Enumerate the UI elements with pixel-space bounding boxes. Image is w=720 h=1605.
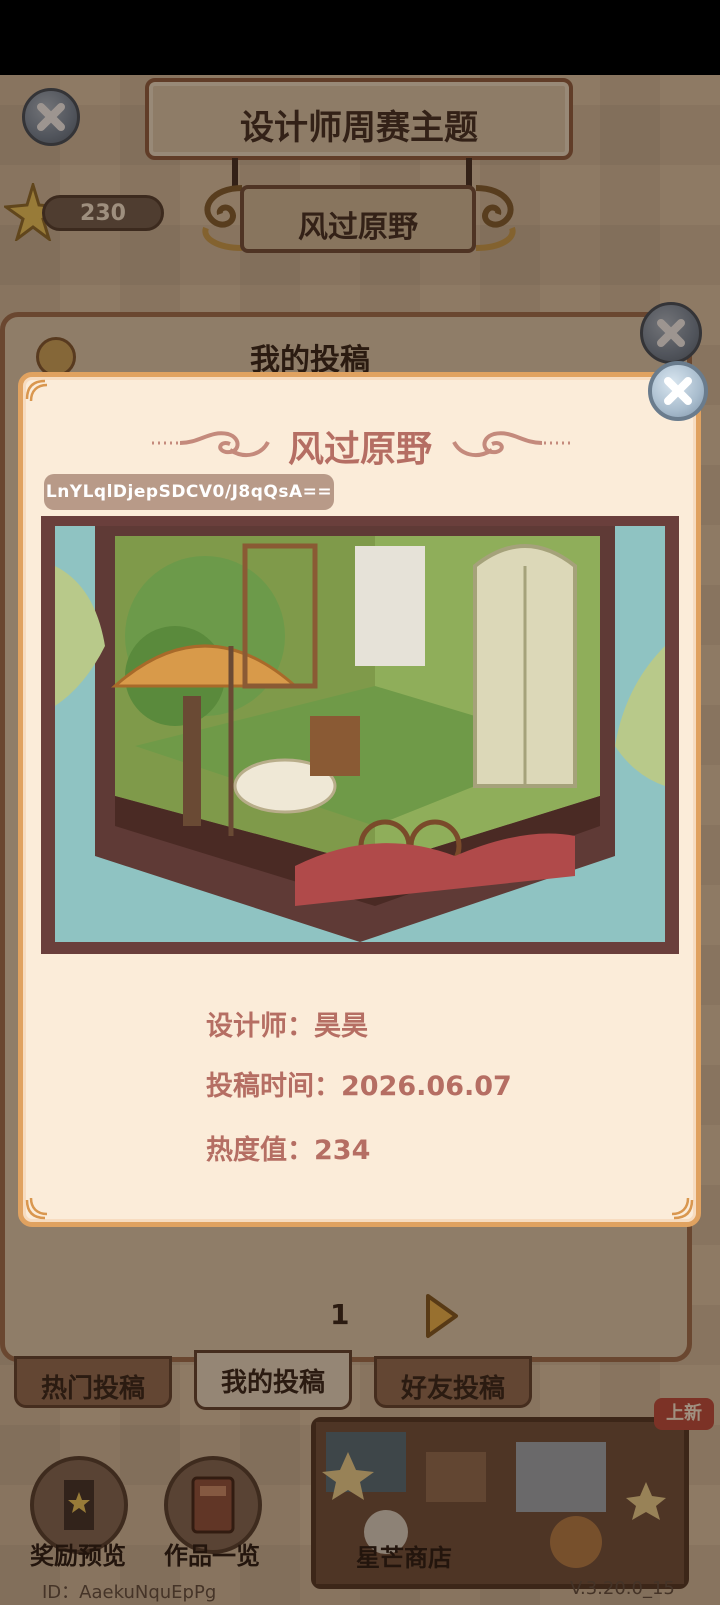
corner-ornament-icon	[671, 1197, 694, 1220]
corner-ornament-icon	[25, 1197, 48, 1220]
status-bar	[0, 0, 720, 75]
share-code[interactable]: LnYLqlDjepSDCV0/J8qQsA==	[44, 474, 334, 510]
close-icon	[664, 377, 692, 405]
modal-close-button[interactable]	[648, 361, 708, 421]
modal-title: 风过原野	[287, 429, 432, 470]
design-preview-image	[55, 526, 665, 942]
corner-ornament-icon	[25, 379, 48, 402]
submit-time-line: 投稿时间：2026.06.07	[206, 1071, 512, 1102]
heat-value-line: 热度值：234	[206, 1135, 371, 1166]
designer-line: 设计师：昊昊	[206, 1011, 368, 1042]
